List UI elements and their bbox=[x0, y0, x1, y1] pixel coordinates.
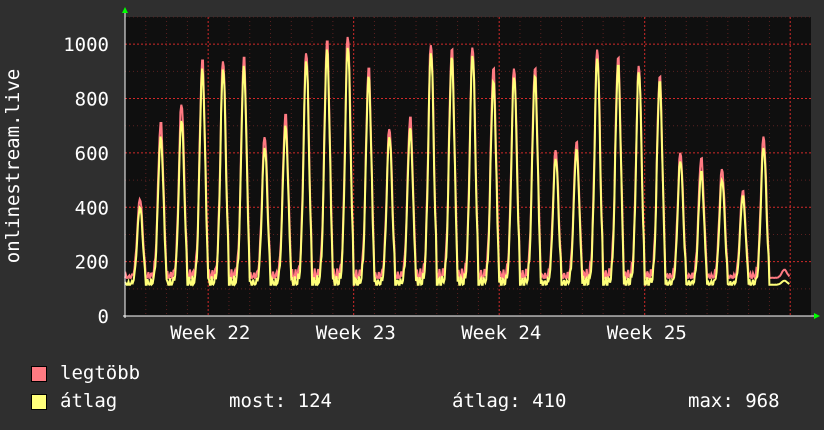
legend-avg-label: átlag bbox=[60, 390, 118, 412]
x-tick-labels: Week 22 Week 23 Week 24 Week 25 bbox=[170, 322, 687, 344]
legend-average-value: átlag: 410 bbox=[452, 390, 567, 412]
legend-max-value: max: 968 bbox=[688, 390, 780, 412]
y-tick-label: 200 bbox=[75, 252, 109, 274]
legend-swatch-avg bbox=[31, 394, 47, 410]
x-axis-arrow bbox=[814, 313, 820, 319]
x-tick-label: Week 22 bbox=[170, 322, 250, 344]
y-tick-label: 400 bbox=[75, 197, 109, 219]
x-tick-label: Week 23 bbox=[316, 322, 396, 344]
y-tick-label: 0 bbox=[98, 306, 109, 328]
y-tick-label: 600 bbox=[75, 143, 109, 165]
y-tick-label: 800 bbox=[75, 89, 109, 111]
y-tick-labels: 0 200 400 600 800 1000 bbox=[63, 34, 109, 328]
legend-max-label: legtöbb bbox=[60, 362, 141, 384]
y-axis-arrow bbox=[122, 7, 128, 13]
y-tick-label: 1000 bbox=[63, 34, 109, 56]
x-tick-label: Week 24 bbox=[461, 322, 541, 344]
legend-swatch-max bbox=[31, 366, 47, 382]
legend-current-value: most: 124 bbox=[229, 390, 332, 412]
x-tick-label: Week 25 bbox=[607, 322, 687, 344]
y-axis-label: onlinestream.live bbox=[2, 69, 24, 263]
